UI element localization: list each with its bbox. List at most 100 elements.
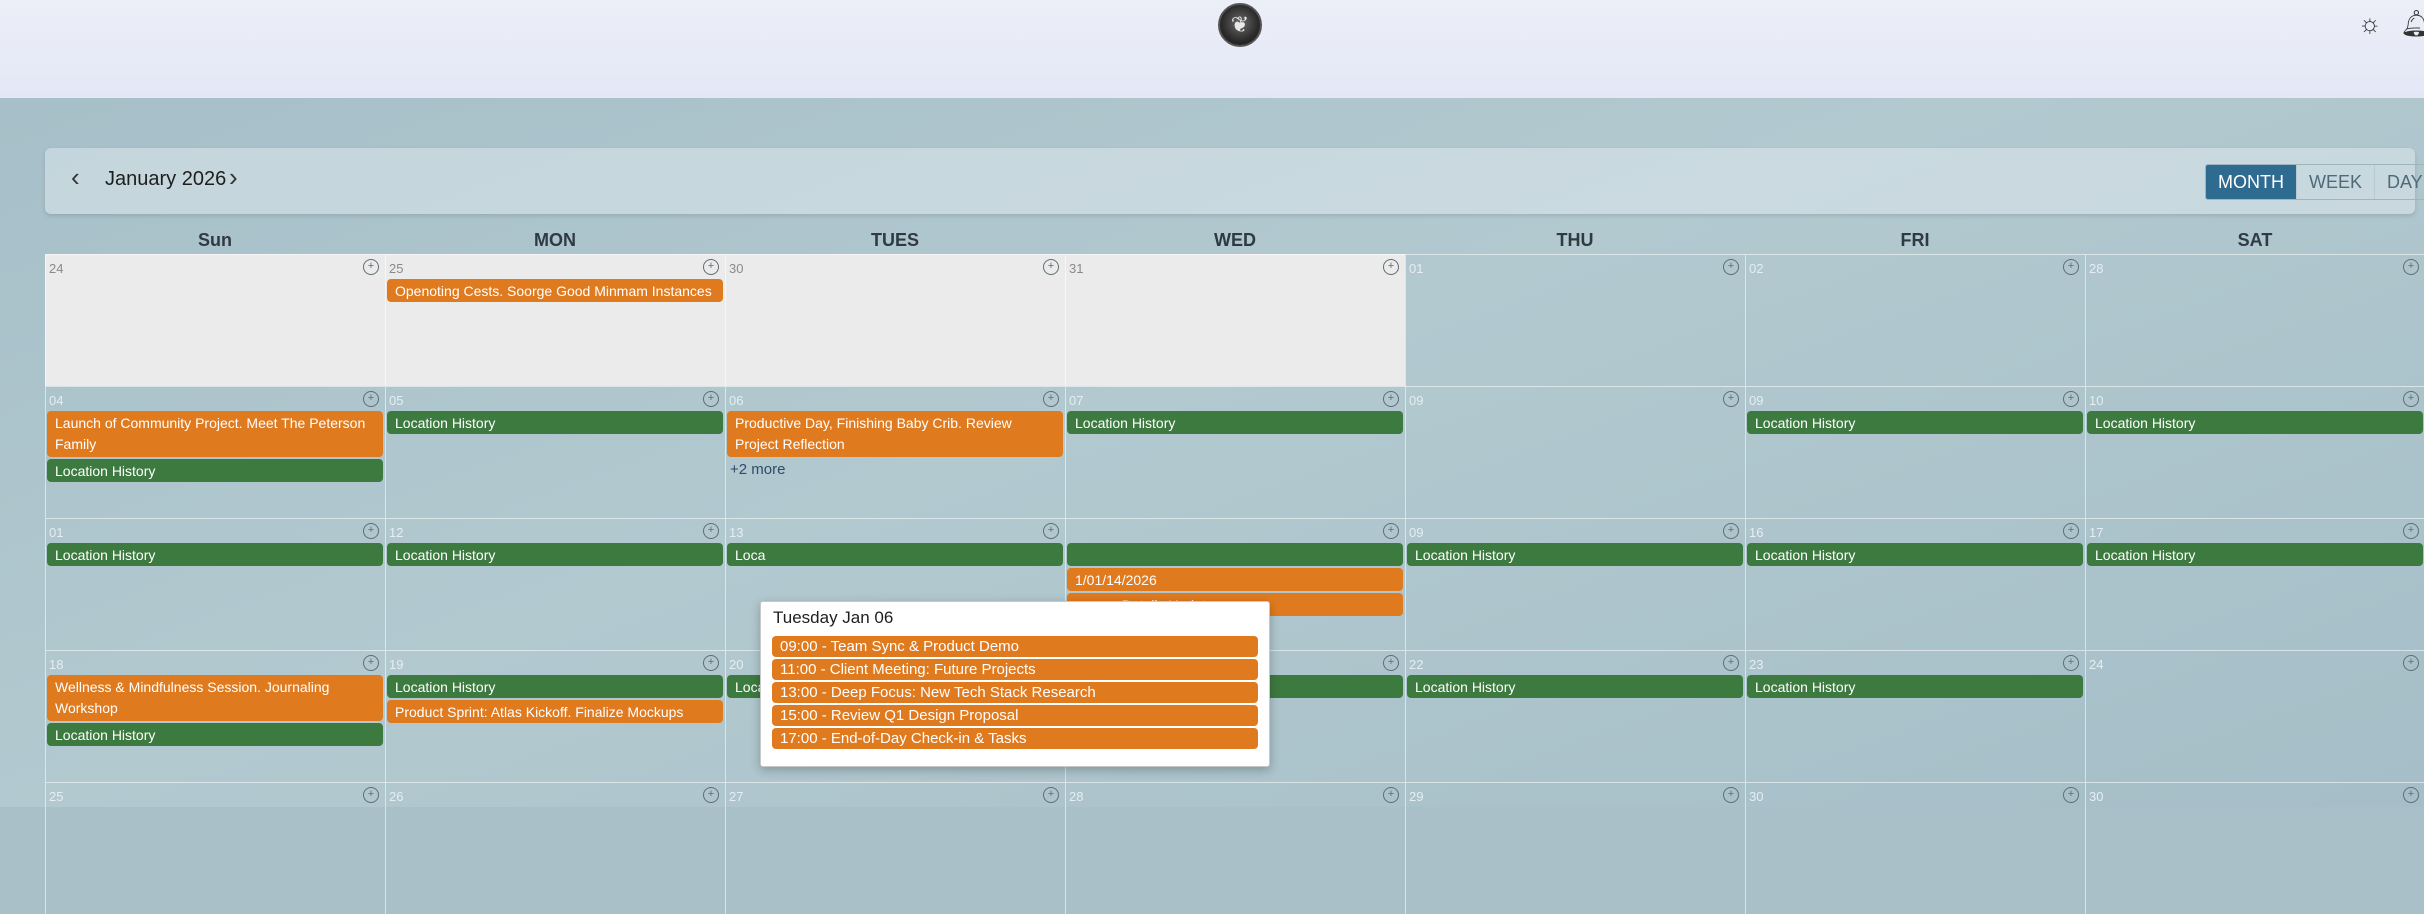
- add-event-icon[interactable]: +: [363, 391, 379, 407]
- add-event-icon[interactable]: +: [1723, 259, 1739, 275]
- add-event-icon[interactable]: +: [2403, 259, 2419, 275]
- calendar-event[interactable]: [1067, 543, 1403, 566]
- sun-icon[interactable]: ☼: [2358, 8, 2382, 38]
- popup-event[interactable]: 13:00 - Deep Focus: New Tech Stack Resea…: [772, 682, 1258, 703]
- day-cell[interactable]: 09 + Location History: [1745, 386, 2085, 518]
- calendar-event[interactable]: Location History: [1747, 675, 2083, 698]
- add-event-icon[interactable]: +: [703, 655, 719, 671]
- add-event-icon[interactable]: +: [1723, 655, 1739, 671]
- add-event-icon[interactable]: +: [703, 787, 719, 803]
- add-event-icon[interactable]: +: [1723, 391, 1739, 407]
- bell-icon[interactable]: 🔔︎: [2400, 8, 2424, 38]
- day-cell[interactable]: 24 +: [2085, 650, 2424, 782]
- tree-logo-icon[interactable]: ❦: [1218, 3, 1262, 47]
- popup-event[interactable]: 15:00 - Review Q1 Design Proposal: [772, 705, 1258, 726]
- more-events-link[interactable]: +2 more: [730, 461, 785, 478]
- add-event-icon[interactable]: +: [703, 259, 719, 275]
- add-event-icon[interactable]: +: [2063, 523, 2079, 539]
- day-cell[interactable]: 18 + Wellness & Mindfulness Session. Journ…: [45, 650, 385, 782]
- calendar-event[interactable]: Wellness & Mindfulness Session. Journali…: [47, 675, 383, 721]
- day-cell[interactable]: 26 +: [385, 782, 725, 914]
- day-cell[interactable]: 02 +: [1745, 254, 2085, 386]
- calendar-event[interactable]: Location History: [1747, 411, 2083, 434]
- day-cell[interactable]: 25 + Openoting Cests. Soorge Good Minmam I…: [385, 254, 725, 386]
- day-cell[interactable]: 19 + Location History Product Sprint: Atlas…: [385, 650, 725, 782]
- add-event-icon[interactable]: +: [2403, 787, 2419, 803]
- day-cell[interactable]: 10 + Location History: [2085, 386, 2424, 518]
- day-cell[interactable]: 09 + Location History: [1405, 518, 1745, 650]
- calendar-event[interactable]: Location History: [387, 675, 723, 698]
- calendar-event[interactable]: Location History: [47, 459, 383, 482]
- add-event-icon[interactable]: +: [2063, 787, 2079, 803]
- day-cell[interactable]: 30 +: [2085, 782, 2424, 914]
- calendar-event[interactable]: Openoting Cests. Soorge Good Minmam Inst…: [387, 279, 723, 302]
- day-cell[interactable]: 01 + Location History: [45, 518, 385, 650]
- add-event-icon[interactable]: +: [1043, 259, 1059, 275]
- add-event-icon[interactable]: +: [1723, 523, 1739, 539]
- day-view-button[interactable]: DAY: [2374, 165, 2424, 199]
- popup-event[interactable]: 09:00 - Team Sync & Product Demo: [772, 636, 1258, 657]
- day-cell[interactable]: 25 +: [45, 782, 385, 914]
- day-cell[interactable]: 22 + Location History: [1405, 650, 1745, 782]
- add-event-icon[interactable]: +: [2403, 655, 2419, 671]
- add-event-icon[interactable]: +: [1043, 787, 1059, 803]
- add-event-icon[interactable]: +: [703, 391, 719, 407]
- calendar-event[interactable]: Location History: [2087, 411, 2423, 434]
- add-event-icon[interactable]: +: [2403, 523, 2419, 539]
- day-cell[interactable]: 24 +: [45, 254, 385, 386]
- add-event-icon[interactable]: +: [363, 787, 379, 803]
- calendar-event[interactable]: Loca: [727, 543, 1063, 566]
- popup-event[interactable]: 17:00 - End-of-Day Check-in & Tasks: [772, 728, 1258, 749]
- add-event-icon[interactable]: +: [363, 655, 379, 671]
- day-cell[interactable]: 31 +: [1065, 254, 1405, 386]
- calendar-event[interactable]: Location History: [1407, 543, 1743, 566]
- calendar-event[interactable]: Location History: [387, 543, 723, 566]
- calendar-event[interactable]: Productive Day, Finishing Baby Crib. Rev…: [727, 411, 1063, 457]
- day-cell[interactable]: 17 + Location History: [2085, 518, 2424, 650]
- add-event-icon[interactable]: +: [703, 523, 719, 539]
- day-cell[interactable]: 28 +: [2085, 254, 2424, 386]
- day-cell[interactable]: 01 +: [1405, 254, 1745, 386]
- day-cell[interactable]: 30 +: [1745, 782, 2085, 914]
- add-event-icon[interactable]: +: [1383, 655, 1399, 671]
- day-cell[interactable]: 05 + Location History: [385, 386, 725, 518]
- day-cell[interactable]: 28 +: [1065, 782, 1405, 914]
- calendar-event[interactable]: Launch of Community Project. Meet The Pe…: [47, 411, 383, 457]
- add-event-icon[interactable]: +: [1043, 523, 1059, 539]
- calendar-event[interactable]: 1/01/14/2026: [1067, 568, 1403, 591]
- next-month-button[interactable]: ›: [229, 162, 238, 192]
- add-event-icon[interactable]: +: [363, 259, 379, 275]
- add-event-icon[interactable]: +: [2403, 391, 2419, 407]
- add-event-icon[interactable]: +: [2063, 391, 2079, 407]
- calendar-event[interactable]: Location History: [2087, 543, 2423, 566]
- add-event-icon[interactable]: +: [1383, 391, 1399, 407]
- day-cell[interactable]: 12 + Location History: [385, 518, 725, 650]
- day-cell[interactable]: 23 + Location History: [1745, 650, 2085, 782]
- add-event-icon[interactable]: +: [2063, 655, 2079, 671]
- day-cell[interactable]: 27 +: [725, 782, 1065, 914]
- day-cell[interactable]: 07 + Location History: [1065, 386, 1405, 518]
- calendar-event[interactable]: Location History: [387, 411, 723, 434]
- add-event-icon[interactable]: +: [1723, 787, 1739, 803]
- popup-event[interactable]: 11:00 - Client Meeting: Future Projects: [772, 659, 1258, 680]
- week-view-button[interactable]: WEEK: [2296, 165, 2374, 199]
- day-cell[interactable]: 06 + Productive Day, Finishing Baby Crib. …: [725, 386, 1065, 518]
- add-event-icon[interactable]: +: [1383, 787, 1399, 803]
- add-event-icon[interactable]: +: [1383, 523, 1399, 539]
- month-view-button[interactable]: MONTH: [2206, 165, 2296, 199]
- day-cell[interactable]: 16 + Location History: [1745, 518, 2085, 650]
- calendar-event[interactable]: Location History: [1747, 543, 2083, 566]
- calendar-event[interactable]: Location History: [1407, 675, 1743, 698]
- calendar-event[interactable]: Location History: [47, 723, 383, 746]
- prev-month-button[interactable]: ‹: [71, 162, 80, 192]
- add-event-icon[interactable]: +: [1383, 259, 1399, 275]
- add-event-icon[interactable]: +: [1043, 391, 1059, 407]
- day-cell[interactable]: 29 +: [1405, 782, 1745, 914]
- day-cell[interactable]: 30 +: [725, 254, 1065, 386]
- day-cell[interactable]: 04 + Launch of Community Project. Meet The…: [45, 386, 385, 518]
- add-event-icon[interactable]: +: [2063, 259, 2079, 275]
- add-event-icon[interactable]: +: [363, 523, 379, 539]
- calendar-event[interactable]: Location History: [47, 543, 383, 566]
- day-cell[interactable]: 09 +: [1405, 386, 1745, 518]
- calendar-event[interactable]: Location History: [1067, 411, 1403, 434]
